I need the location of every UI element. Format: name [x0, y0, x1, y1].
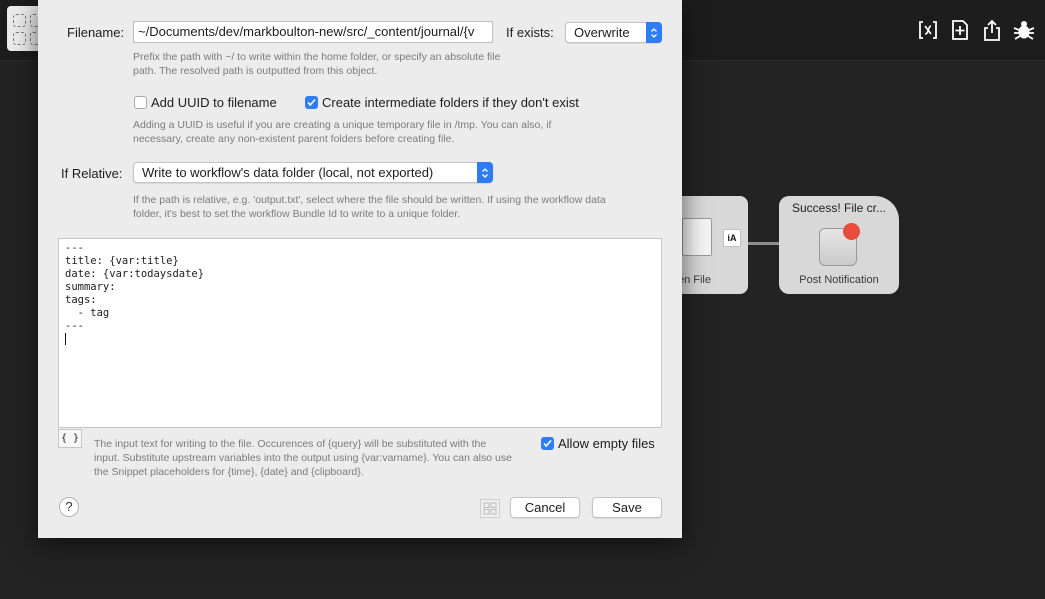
help-button[interactable]: ? — [59, 497, 79, 517]
if-exists-label: If exists: — [506, 25, 554, 40]
if-exists-value: Overwrite — [574, 25, 630, 40]
input-help-text: The input text for writing to the file. … — [94, 438, 512, 478]
editor-line: date: {var:todaysdate} — [65, 268, 205, 280]
share-icon[interactable] — [981, 17, 1003, 43]
post-notification-node[interactable]: Success! File cr... Post Notification — [779, 196, 899, 294]
layout-grid-button[interactable] — [480, 499, 500, 518]
node-title: Success! File cr... — [791, 201, 887, 215]
grid-icon — [483, 502, 497, 515]
editor-line: title: {var:title} — [65, 255, 179, 267]
add-document-icon[interactable] — [949, 17, 971, 43]
node-connector — [748, 242, 780, 245]
variable-icon[interactable] — [917, 17, 939, 43]
editor-caret-line — [65, 333, 655, 346]
editor-line: --- — [65, 320, 84, 332]
insert-variable-button[interactable]: { } — [58, 429, 82, 448]
filename-input[interactable]: ~/Documents/dev/markboulton-new/src/_con… — [133, 21, 493, 43]
filename-label: Filename: — [67, 25, 125, 40]
create-folders-checkbox[interactable] — [305, 96, 318, 109]
uuid-checkbox[interactable] — [134, 96, 147, 109]
save-button[interactable]: Save — [592, 497, 662, 518]
allow-empty-label: Allow empty files — [558, 436, 655, 451]
create-folders-label: Create intermediate folders if they don'… — [322, 95, 579, 110]
filename-help-text: Prefix the path with ~/ to write within … — [133, 51, 501, 77]
if-relative-select[interactable]: Write to workflow's data folder (local, … — [133, 162, 493, 183]
if-relative-value: Write to workflow's data folder (local, … — [142, 165, 434, 180]
dashed-square-icon — [13, 32, 26, 45]
ia-writer-icon: iA — [723, 229, 741, 247]
popup-stepper-icon — [477, 162, 493, 183]
if-relative-help-text: If the path is relative, e.g. 'output.tx… — [133, 194, 606, 220]
dashed-square-icon — [13, 14, 26, 27]
editor-line: - tag — [65, 307, 110, 319]
if-exists-select[interactable]: Overwrite — [565, 22, 662, 43]
write-file-config-sheet: Filename: ~/Documents/dev/markboulton-ne… — [38, 0, 682, 538]
file-content-editor[interactable]: --- title: {var:title} date: {var:todays… — [58, 238, 662, 428]
popup-stepper-icon — [646, 22, 662, 43]
if-relative-label: If Relative: — [61, 166, 123, 181]
text-caret — [65, 333, 66, 345]
editor-line: tags: — [65, 294, 97, 306]
notification-badge-icon — [843, 223, 860, 240]
editor-line: summary: — [65, 281, 116, 293]
editor-line: --- — [65, 242, 84, 254]
debug-bug-icon[interactable] — [1013, 17, 1035, 43]
uuid-label: Add UUID to filename — [151, 95, 277, 110]
node-label: Post Notification — [799, 274, 879, 286]
node-label: en File — [677, 274, 711, 286]
uuid-help-text: Adding a UUID is useful if you are creat… — [133, 119, 552, 145]
document-icon — [682, 218, 712, 256]
allow-empty-checkbox[interactable] — [541, 437, 554, 450]
cancel-button[interactable]: Cancel — [510, 497, 580, 518]
